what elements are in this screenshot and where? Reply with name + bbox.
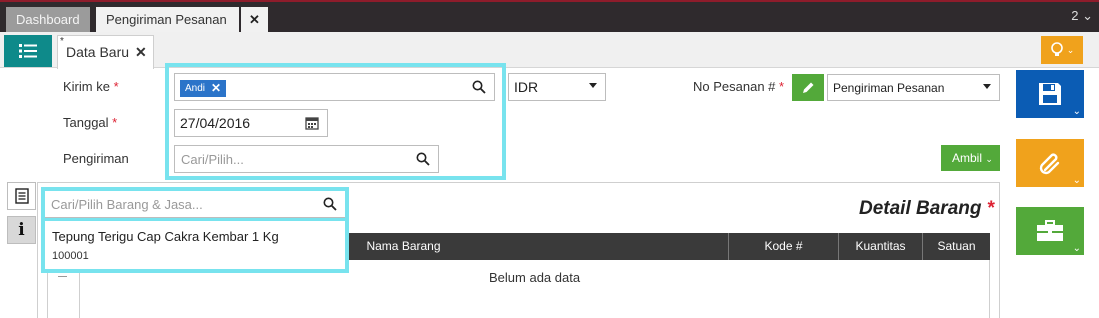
tab-dashboard[interactable]: Dashboard [6, 7, 90, 33]
chevron-down-icon: ⌄ [1072, 106, 1081, 117]
numbering-select[interactable]: Pengiriman Pesanan [827, 74, 1000, 101]
unsaved-marker: * [60, 36, 64, 47]
edit-number-button[interactable] [792, 74, 824, 101]
tab-counter-value: 2 [1071, 8, 1079, 23]
app-root: Dashboard Pengiriman Pesanan ✕ 2 ⌄ * Dat… [0, 0, 1099, 318]
currency-select[interactable]: IDR [508, 73, 606, 101]
top-tab-bar: Dashboard Pengiriman Pesanan ✕ 2 ⌄ [0, 0, 1099, 33]
tab-close-button[interactable]: ✕ [241, 7, 268, 33]
tips-button[interactable]: ⌄ [1041, 36, 1083, 64]
list-view-button[interactable] [4, 35, 52, 67]
pengiriman-label: Pengiriman [63, 151, 129, 166]
lightbulb-icon [1050, 42, 1063, 56]
caret-down-icon [589, 83, 597, 88]
required-mark: * [986, 198, 995, 219]
numbering-value: Pengiriman Pesanan [833, 81, 945, 95]
list-icon [19, 44, 37, 58]
info-icon: i [18, 220, 25, 240]
attachment-button[interactable]: ⌄ [1016, 139, 1084, 187]
highlight-box-item-search [41, 187, 349, 273]
tools-button[interactable]: ⌄ [1016, 207, 1084, 255]
document-icon [14, 188, 29, 204]
briefcase-icon [1037, 220, 1063, 241]
highlight-divider [41, 218, 349, 221]
chevron-down-icon: ⌄ [1082, 8, 1093, 23]
no-pesanan-label-text: No Pesanan # [693, 79, 776, 94]
empty-state-text: Belum ada data [489, 270, 581, 285]
save-icon [1039, 83, 1061, 105]
no-pesanan-label: No Pesanan # * [693, 79, 784, 94]
info-tab-button[interactable]: i [7, 216, 36, 244]
pencil-icon [802, 82, 813, 93]
paperclip-icon [1039, 153, 1060, 175]
column-kode[interactable]: Kode # [728, 233, 838, 260]
ambil-label: Ambil [952, 151, 983, 165]
required-mark: * [113, 79, 119, 94]
column-kuantitas[interactable]: Kuantitas [838, 233, 922, 260]
detail-title: Detail Barang * [859, 198, 994, 220]
tanggal-label-text: Tanggal [63, 115, 109, 130]
column-satuan[interactable]: Satuan [922, 233, 990, 260]
chevron-down-icon: ⌄ [985, 154, 993, 164]
tanggal-label: Tanggal * [63, 115, 117, 130]
tab-pengiriman-pesanan[interactable]: Pengiriman Pesanan [96, 7, 239, 33]
chevron-down-icon: ⌄ [1072, 243, 1081, 254]
form-tab-data-baru[interactable]: * Data Baru ✕ [57, 35, 154, 69]
row-handle-icon [58, 276, 67, 277]
detail-title-text: Detail Barang [859, 198, 982, 219]
caret-down-icon [983, 84, 991, 89]
save-button[interactable]: ⌄ [1016, 70, 1084, 118]
kirim-ke-label: Kirim ke * [63, 79, 119, 94]
required-mark: * [779, 79, 785, 94]
ambil-button[interactable]: Ambil ⌄ [941, 145, 1000, 171]
tab-counter[interactable]: 2 ⌄ [1071, 8, 1093, 24]
detail-tab-button[interactable] [7, 182, 36, 210]
chevron-down-icon: ⌄ [1072, 175, 1081, 186]
highlight-box-fields [165, 63, 506, 180]
currency-value: IDR [514, 79, 539, 95]
form-tab-close-icon[interactable]: ✕ [135, 44, 147, 60]
kirim-ke-label-text: Kirim ke [63, 79, 110, 94]
chevron-down-icon: ⌄ [1066, 44, 1075, 55]
required-mark: * [112, 115, 118, 130]
form-tab-label: Data Baru [66, 44, 130, 60]
